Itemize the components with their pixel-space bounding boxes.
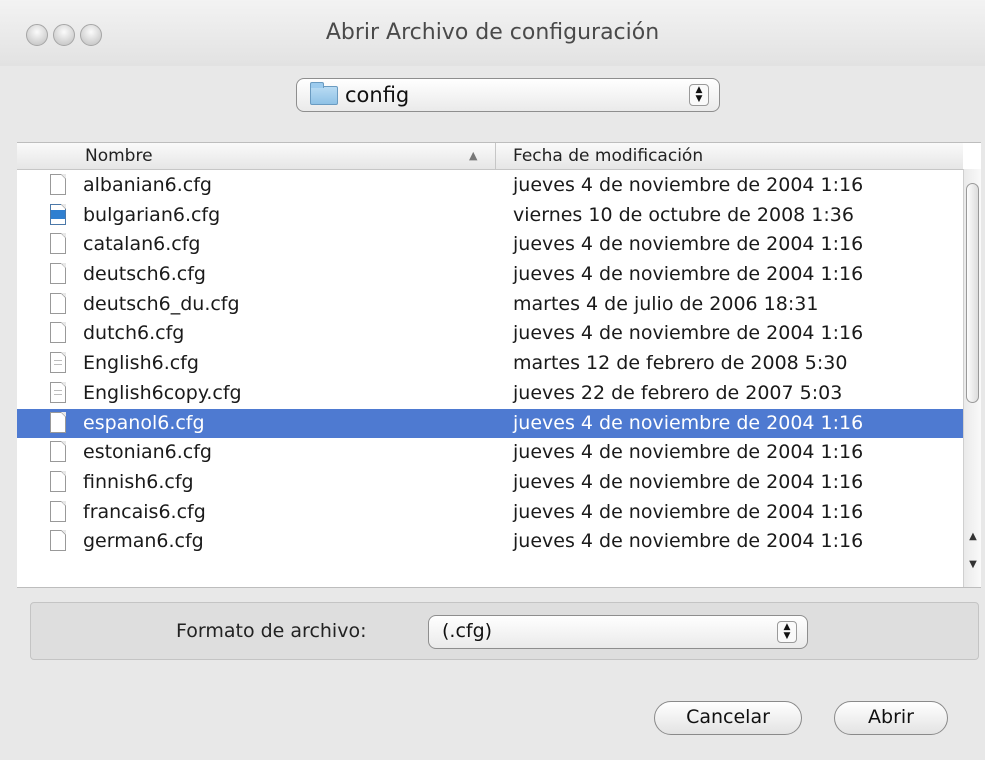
file-name: English6copy.cfg — [83, 381, 242, 404]
column-header-name[interactable]: Nombre — [85, 146, 153, 166]
file-name: bulgarian6.cfg — [83, 203, 221, 226]
file-name: finnish6.cfg — [83, 470, 194, 493]
file-icon — [50, 322, 66, 344]
file-date: jueves 4 de noviembre de 2004 1:16 — [513, 530, 864, 553]
folder-name: config — [345, 83, 410, 107]
file-name: English6.cfg — [83, 352, 199, 375]
scroll-up-arrow-icon[interactable]: ▲ — [967, 531, 979, 542]
window-title: Abrir Archivo de configuración — [325, 20, 660, 45]
file-format-value: (.cfg) — [442, 620, 493, 642]
file-icon — [50, 292, 66, 314]
file-name: deutsch6_du.cfg — [83, 292, 240, 315]
sort-ascending-icon: ▲ — [469, 149, 478, 162]
file-name: german6.cfg — [83, 530, 204, 553]
file-row[interactable]: dutch6.cfg jueves 4 de noviembre de 2004… — [17, 319, 963, 349]
scrollbar-thumb[interactable] — [966, 183, 979, 403]
file-name: albanian6.cfg — [83, 174, 212, 196]
popup-stepper-icon: ▲ ▼ — [777, 621, 797, 643]
file-name: catalan6.cfg — [83, 233, 201, 256]
open-file-dialog: Abrir Archivo de configuración config ▲ ▼… — [0, 0, 985, 760]
file-name: deutsch6.cfg — [83, 263, 206, 286]
cancel-button[interactable]: Cancelar — [654, 701, 802, 735]
file-row[interactable]: catalan6.cfg jueves 4 de noviembre de 20… — [17, 230, 963, 260]
app-document-icon — [50, 203, 66, 225]
file-icon — [50, 411, 66, 433]
text-file-icon — [50, 381, 66, 403]
file-date: jueves 4 de noviembre de 2004 1:16 — [513, 322, 864, 345]
file-icon — [50, 530, 66, 552]
file-rows: albanian6.cfg jueves 4 de noviembre de 2… — [17, 171, 963, 557]
file-icon — [50, 174, 66, 195]
file-date: jueves 4 de noviembre de 2004 1:16 — [513, 500, 864, 523]
vertical-scrollbar[interactable]: ▲ ▼ — [963, 169, 981, 587]
file-date: jueves 4 de noviembre de 2004 1:16 — [513, 411, 864, 434]
file-row[interactable]: estonian6.cfg jueves 4 de noviembre de 2… — [17, 438, 963, 468]
file-date: martes 12 de febrero de 2008 5:30 — [513, 352, 848, 375]
file-icon — [50, 500, 66, 522]
file-row[interactable]: german6.cfg jueves 4 de noviembre de 200… — [17, 527, 963, 557]
file-date: jueves 22 de febrero de 2007 5:03 — [513, 381, 843, 404]
file-icon — [50, 441, 66, 463]
text-file-icon — [50, 352, 66, 374]
file-name: dutch6.cfg — [83, 322, 185, 345]
file-format-label: Formato de archivo: — [176, 620, 367, 642]
file-row[interactable]: bulgarian6.cfg viernes 10 de octubre de … — [17, 201, 963, 231]
file-list: Nombre ▲ Fecha de modificación albanian6… — [17, 142, 981, 588]
title-bar: Abrir Archivo de configuración — [0, 0, 985, 66]
file-icon — [50, 470, 66, 492]
column-divider[interactable] — [495, 143, 496, 169]
file-row[interactable]: deutsch6.cfg jueves 4 de noviembre de 20… — [17, 260, 963, 290]
open-button[interactable]: Abrir — [834, 701, 948, 735]
file-format-popup[interactable]: (.cfg) ▲ ▼ — [428, 615, 808, 649]
file-row-selected[interactable]: espanol6.cfg jueves 4 de noviembre de 20… — [17, 408, 963, 439]
file-date: jueves 4 de noviembre de 2004 1:16 — [513, 233, 864, 256]
file-name: francais6.cfg — [83, 500, 206, 523]
list-header: Nombre ▲ Fecha de modificación — [17, 143, 963, 170]
file-row[interactable]: francais6.cfg jueves 4 de noviembre de 2… — [17, 498, 963, 528]
file-row[interactable]: English6copy.cfg jueves 22 de febrero de… — [17, 379, 963, 409]
folder-location-popup[interactable]: config ▲ ▼ — [296, 78, 720, 112]
folder-icon — [310, 82, 338, 105]
file-icon — [50, 233, 66, 255]
file-name: espanol6.cfg — [83, 411, 205, 434]
scroll-down-arrow-icon[interactable]: ▼ — [967, 559, 979, 570]
file-format-panel: Formato de archivo: (.cfg) ▲ ▼ — [30, 602, 979, 660]
file-row[interactable]: albanian6.cfg jueves 4 de noviembre de 2… — [17, 171, 963, 201]
file-row[interactable]: finnish6.cfg jueves 4 de noviembre de 20… — [17, 468, 963, 498]
file-name: estonian6.cfg — [83, 441, 212, 464]
file-date: jueves 4 de noviembre de 2004 1:16 — [513, 263, 864, 286]
file-row[interactable]: deutsch6_du.cfg martes 4 de julio de 200… — [17, 290, 963, 320]
popup-stepper-icon: ▲ ▼ — [689, 84, 709, 106]
file-date: jueves 4 de noviembre de 2004 1:16 — [513, 441, 864, 464]
file-date: jueves 4 de noviembre de 2004 1:16 — [513, 470, 864, 493]
column-header-date[interactable]: Fecha de modificación — [513, 146, 703, 166]
file-icon — [50, 263, 66, 285]
file-date: jueves 4 de noviembre de 2004 1:16 — [513, 174, 864, 196]
file-date: viernes 10 de octubre de 2008 1:36 — [513, 203, 854, 226]
file-row[interactable]: English6.cfg martes 12 de febrero de 200… — [17, 349, 963, 379]
file-date: martes 4 de julio de 2006 18:31 — [513, 292, 819, 315]
